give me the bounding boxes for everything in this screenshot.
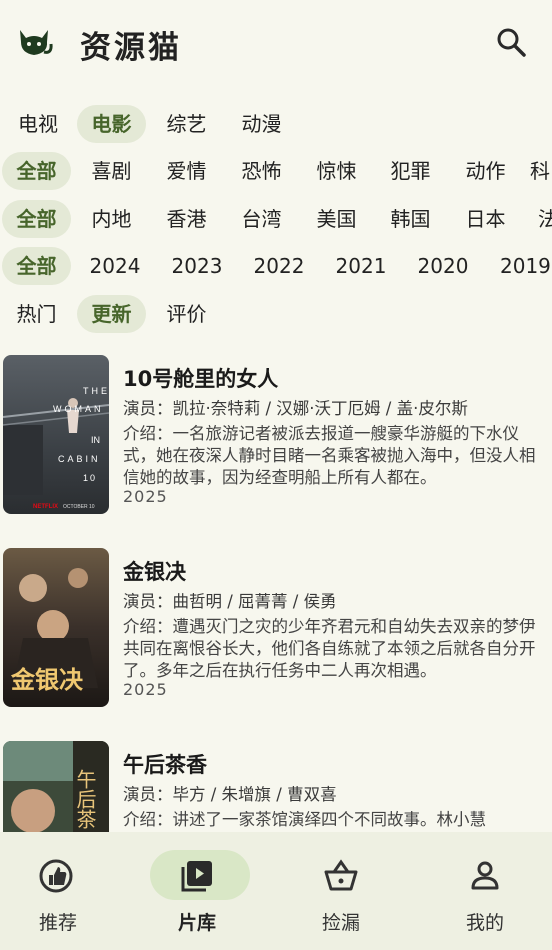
chip-year[interactable]: 2022 [244,247,314,285]
nav-tab-library[interactable]: 片库 [139,832,277,950]
chip-region-selected[interactable]: 全部 [2,200,71,238]
chip-genre[interactable]: 爱情 [152,152,221,190]
chip-year[interactable]: 2024 [80,247,150,285]
region-filter-row: 全部 内地 香港 台湾 美国 韩国 日本 法 [0,200,552,240]
basket-icon [324,859,358,891]
list-item[interactable]: THE WOMAN IN CABIN 10 NETFLIX OCTOBER 10… [0,355,552,525]
nav-label: 我的 [465,912,504,934]
item-cast: 演员：凯拉·奈特莉 / 汉娜·沃丁厄姆 / 盖·皮尔斯 [123,399,468,418]
chip-year-selected[interactable]: 全部 [2,247,71,285]
nav-label: 片库 [177,912,216,934]
item-year: 2025 [123,487,168,506]
item-description: 介绍：讲述了一家茶馆演绎四个不同故事。林小慧 [123,810,486,829]
app-header: 资源猫 [0,0,552,86]
chip-year[interactable]: 2023 [162,247,232,285]
chip-genre[interactable]: 恐怖 [227,152,296,190]
chip-genre[interactable]: 惊悚 [302,152,371,190]
item-cast: 演员：曲哲明 / 屈菁菁 / 侯勇 [123,592,337,611]
sort-filter-row: 热门 更新 评价 [0,295,552,335]
nav-label: 捡漏 [321,912,360,934]
list-item[interactable]: 金银决 金银决 演员：曲哲明 / 屈菁菁 / 侯勇 介绍：遭遇灭门之灾的少年齐君… [0,548,552,718]
chip-region[interactable]: 美国 [302,200,371,238]
poster-text: CABIN [58,454,101,464]
chip-region[interactable]: 台湾 [227,200,296,238]
chip-category[interactable]: 电视 [2,105,74,143]
nav-label: 推荐 [38,912,77,934]
chip-year[interactable]: 2021 [326,247,396,285]
poster-text: THE [83,386,109,396]
item-year: 2025 [123,680,168,699]
poster-date: OCTOBER 10 [63,504,95,510]
item-description: 介绍：遭遇灭门之灾的少年齐君元和自幼失去双亲的梦伊共同在离恨谷长大，他们各自练就… [123,617,536,680]
app-title: 资源猫 [80,30,182,66]
cat-logo-icon [20,30,53,55]
chip-sort[interactable]: 评价 [152,295,221,333]
poster-text: IN [91,435,100,445]
chip-category[interactable]: 综艺 [152,105,221,143]
chip-sort-selected[interactable]: 更新 [77,295,146,333]
chip-region[interactable]: 内地 [77,200,146,238]
poster-text: 午后茶 [73,769,97,829]
item-title: 金银决 [123,560,186,584]
chip-genre[interactable]: 喜剧 [77,152,146,190]
chip-region[interactable]: 香港 [152,200,221,238]
item-description: 介绍：一名旅游记者被派去报道一艘豪华游艇的下水仪式，她在夜深人静时目睹一名乘客被… [123,424,536,487]
item-title: 10号舱里的女人 [123,367,279,391]
poster-image: 金银决 [3,548,109,707]
category-filter-row: 电视 电影 综艺 动漫 [0,105,552,145]
chip-genre[interactable]: 犯罪 [376,152,445,190]
nav-tab-profile[interactable]: 我的 [427,832,552,950]
chip-category-selected[interactable]: 电影 [77,105,146,143]
poster-text: WOMAN [53,404,104,414]
item-cast: 演员：毕方 / 朱增旗 / 曹双喜 [123,785,337,804]
chip-sort[interactable]: 热门 [2,295,71,333]
chip-genre-selected[interactable]: 全部 [2,152,71,190]
nav-tab-bargain[interactable]: 捡漏 [283,832,421,950]
chip-genre[interactable]: 科 [530,152,552,190]
library-icon [181,861,212,892]
year-filter-row: 全部 2024 2023 2022 2021 2020 2019 [0,247,552,287]
chip-year[interactable]: 2019 [490,247,552,285]
poster-text: 金银决 [10,665,84,694]
item-title: 午后茶香 [123,753,207,777]
nav-tab-recommend[interactable]: 推荐 [0,832,138,950]
recommend-icon [39,859,73,893]
genre-filter-row: 全部 喜剧 爱情 恐怖 惊悚 犯罪 动作 科 [0,152,552,192]
chip-genre[interactable]: 动作 [451,152,520,190]
search-icon[interactable] [493,24,529,60]
chip-region[interactable]: 日本 [451,200,520,238]
poster-text: 10 [83,473,97,483]
poster-brand: NETFLIX [33,504,58,510]
poster-image: THE WOMAN IN CABIN 10 NETFLIX OCTOBER 10 [3,355,109,514]
chip-category[interactable]: 动漫 [227,105,296,143]
profile-icon [471,861,499,890]
bottom-nav: 推荐 片库 捡漏 我的 [0,832,552,950]
chip-region[interactable]: 法 [538,200,552,238]
chip-year[interactable]: 2020 [408,247,478,285]
chip-region[interactable]: 韩国 [376,200,445,238]
